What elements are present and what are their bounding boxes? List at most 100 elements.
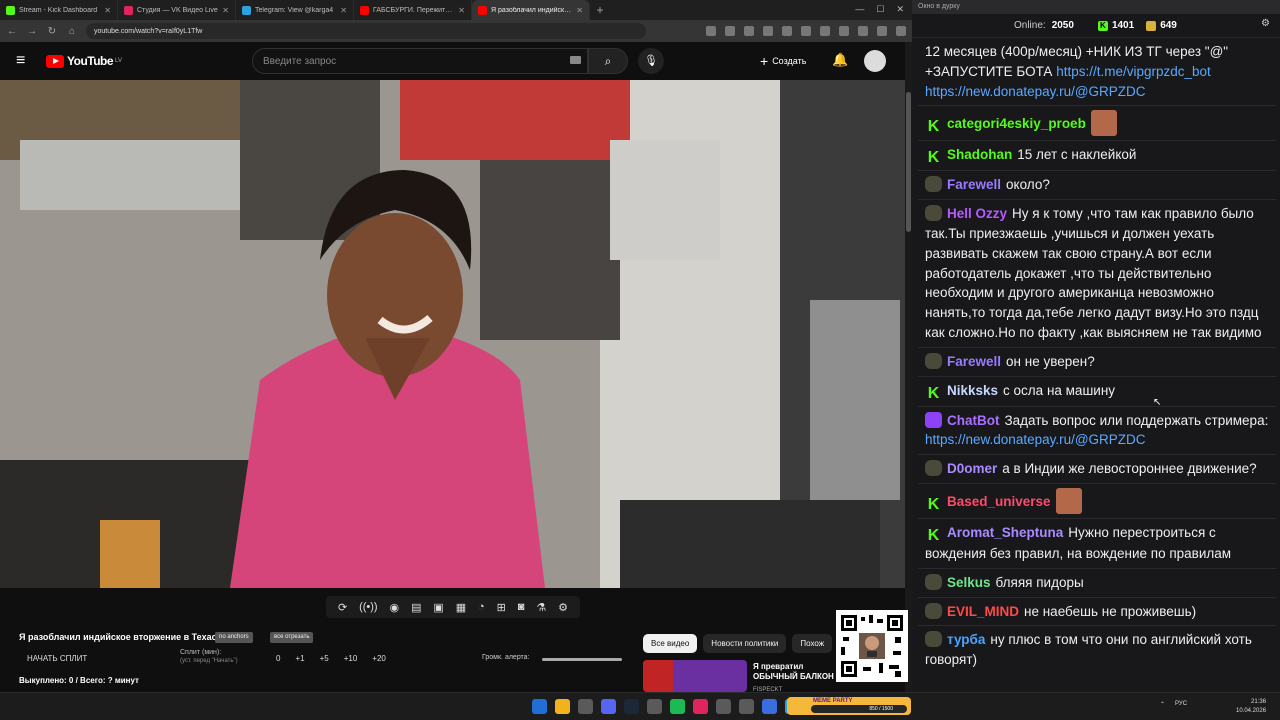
search-input[interactable]: Введите запрос: [252, 48, 588, 74]
scrollbar-thumb[interactable]: [906, 92, 911, 232]
speed-icon[interactable]: ◔: [478, 601, 485, 613]
extension-icon[interactable]: [706, 26, 716, 36]
app-icon[interactable]: [647, 699, 662, 714]
keyboard-icon[interactable]: [570, 56, 581, 64]
extension-icon[interactable]: [725, 26, 735, 36]
screen: Stream - Kick Dashboard ✕ Студия — VK Виде…: [0, 0, 1280, 720]
tab-close-icon[interactable]: ✕: [222, 6, 229, 15]
tag-button[interactable]: все отрезать: [270, 632, 314, 643]
chat-username[interactable]: categori4eskiy_proeb: [947, 116, 1086, 131]
extension-icon[interactable]: [782, 26, 792, 36]
chat-username[interactable]: Selkus: [947, 575, 991, 590]
chat-username[interactable]: ChatBot: [947, 413, 1000, 428]
start-split-button[interactable]: НАЧАТЬ СПЛИТ: [27, 654, 87, 663]
browser-tab[interactable]: Telegram: View @karga4 ✕: [236, 0, 354, 20]
extension-icon[interactable]: [801, 26, 811, 36]
page-scrollbar[interactable]: [905, 42, 912, 692]
gear-icon[interactable]: ⚙: [558, 601, 568, 614]
reload-icon[interactable]: ↻: [46, 26, 58, 37]
video-title[interactable]: Я разоблачил индийское вторжение в Техас…: [19, 632, 224, 642]
maximize-icon[interactable]: ☐: [876, 4, 884, 15]
chat-username[interactable]: EVIL_MIND: [947, 604, 1019, 619]
chat-username[interactable]: Hell Ozzy: [947, 206, 1007, 221]
below-video-area: ⟳ ((•)) ◉ ▤ ▣ ▦ ◔ ⊞ ◙ ⚗ ⚙ Я разоблачил и…: [0, 588, 905, 693]
app-icon[interactable]: [578, 699, 593, 714]
chat-username[interactable]: D0omer: [947, 461, 997, 476]
split-value-button[interactable]: +1: [295, 654, 304, 663]
chat-username[interactable]: Farewell: [947, 177, 1001, 192]
filter-chip[interactable]: Все видео: [643, 634, 698, 653]
app-icon[interactable]: [716, 699, 731, 714]
add-icon[interactable]: ⊞: [497, 601, 506, 614]
filter-chip[interactable]: Похож: [792, 634, 833, 653]
extension-icon[interactable]: [820, 26, 830, 36]
loop-icon[interactable]: ⟳: [338, 601, 347, 614]
start-icon[interactable]: [532, 699, 547, 714]
recommended-video[interactable]: Я превратил ОБЫЧНЫЙ БАЛКОН В ГЕЙМЕРС... …: [643, 660, 839, 693]
chat-link[interactable]: https://new.donatepay.ru/@GRPZDC: [925, 432, 1146, 447]
camera-icon[interactable]: ◙: [518, 601, 525, 613]
chat-username[interactable]: Farewell: [947, 354, 1001, 369]
chevron-up-icon[interactable]: ⌃: [1160, 701, 1165, 708]
split-value-button[interactable]: +20: [372, 654, 386, 663]
film-icon[interactable]: ▤: [411, 601, 421, 614]
browser-tab[interactable]: ГАБСБУРГИ. Пережить инцест... ✕: [354, 0, 472, 20]
profile-icon[interactable]: [877, 26, 887, 36]
chat-username[interactable]: Shadohan: [947, 147, 1012, 162]
split-value-button[interactable]: +10: [344, 654, 358, 663]
chat-username[interactable]: Based_universe: [947, 494, 1051, 509]
browser-tab[interactable]: Я разоблачил индийское втор... ✕: [472, 0, 590, 20]
picture-in-picture-icon[interactable]: ▣: [433, 601, 443, 614]
chat-username[interactable]: турба: [947, 632, 985, 647]
app-icon[interactable]: [693, 699, 708, 714]
notifications-bell-icon[interactable]: 🔔: [832, 52, 848, 68]
language-indicator[interactable]: РУС: [1175, 701, 1187, 708]
tab-close-icon[interactable]: ✕: [340, 6, 347, 15]
split-value-button[interactable]: +5: [320, 654, 329, 663]
menu-icon[interactable]: [896, 26, 906, 36]
minimize-icon[interactable]: —: [855, 4, 864, 15]
tab-close-icon[interactable]: ✕: [458, 6, 465, 15]
eye-icon[interactable]: ◉: [390, 601, 400, 614]
voice-search-icon[interactable]: 🎙: [638, 48, 664, 74]
close-icon[interactable]: ✕: [896, 4, 904, 15]
create-button[interactable]: + Создать: [756, 50, 810, 72]
search-button[interactable]: ⌕: [588, 48, 628, 74]
spotify-icon[interactable]: [670, 699, 685, 714]
home-icon[interactable]: ⌂: [66, 26, 78, 37]
youtube-logo[interactable]: YouTube LV: [46, 54, 122, 68]
browser-tab[interactable]: Stream - Kick Dashboard ✕: [0, 0, 118, 20]
recommended-title[interactable]: Я превратил ОБЫЧНЫЙ БАЛКОН В ГЕЙМЕРС...: [753, 662, 839, 682]
tab-close-icon[interactable]: ✕: [104, 6, 111, 15]
alert-volume-slider[interactable]: [542, 658, 622, 661]
hamburger-menu-icon[interactable]: ≡: [16, 52, 40, 70]
steam-icon[interactable]: [624, 699, 639, 714]
flask-icon[interactable]: ⚗: [536, 601, 546, 614]
tab-close-icon[interactable]: ✕: [576, 6, 583, 15]
clock[interactable]: 21:36 10.04.2026: [1236, 698, 1266, 716]
chat-username[interactable]: Aromat_Sheptuna: [947, 525, 1063, 540]
app-icon[interactable]: [739, 699, 754, 714]
chat-username[interactable]: Nikksks: [947, 383, 998, 398]
chrome-icon[interactable]: [555, 699, 570, 714]
url-field[interactable]: youtube.com/watch?v=raIf0yL1Tfw: [86, 23, 646, 39]
video-player[interactable]: [0, 80, 905, 588]
broadcast-icon[interactable]: ((•)): [359, 601, 378, 613]
new-tab-button[interactable]: +: [590, 3, 610, 17]
discord-icon[interactable]: [601, 699, 616, 714]
filter-chip[interactable]: Новости политики: [703, 634, 787, 653]
avatar[interactable]: [864, 50, 886, 72]
chat-settings-icon[interactable]: ⚙: [1261, 18, 1270, 29]
extension-icon[interactable]: [763, 26, 773, 36]
download-icon[interactable]: [839, 26, 849, 36]
grid-icon[interactable]: ▦: [456, 601, 466, 614]
forward-icon[interactable]: →: [26, 26, 38, 37]
back-icon[interactable]: ←: [6, 26, 18, 37]
extension-icon[interactable]: [858, 26, 868, 36]
app-icon[interactable]: [762, 699, 777, 714]
recommended-thumbnail[interactable]: [643, 660, 747, 692]
browser-tab[interactable]: Студия — VK Видео Live ✕: [118, 0, 236, 20]
split-value-button[interactable]: 0: [276, 654, 280, 663]
extension-icon[interactable]: [744, 26, 754, 36]
tag-button[interactable]: no anchors: [215, 632, 253, 643]
